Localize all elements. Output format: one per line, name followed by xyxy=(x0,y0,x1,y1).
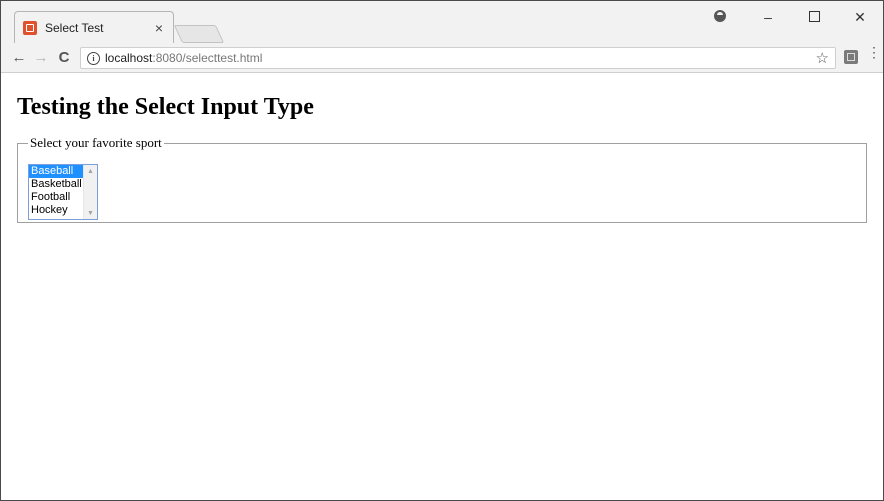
extension-icon[interactable] xyxy=(844,50,858,64)
back-arrow-icon[interactable]: ← xyxy=(9,48,29,68)
bookmark-star-icon[interactable]: ☆ xyxy=(816,49,829,67)
maximize-button[interactable] xyxy=(791,9,837,25)
page-content: Testing the Select Input Type Select you… xyxy=(1,73,883,500)
new-tab-button[interactable] xyxy=(173,25,225,43)
option-hockey[interactable]: Hockey xyxy=(29,204,83,217)
account-icon[interactable] xyxy=(705,9,735,25)
info-icon[interactable]: i xyxy=(87,51,100,65)
title-bar: Select Test × – ✕ xyxy=(1,1,883,43)
tab-select-test[interactable]: Select Test × xyxy=(14,11,174,43)
menu-icon[interactable]: ⋮ xyxy=(867,45,881,59)
scroll-down-icon[interactable]: ▼ xyxy=(87,209,94,217)
fieldset-legend: Select your favorite sport xyxy=(30,135,162,150)
forward-arrow-icon[interactable]: → xyxy=(31,48,51,68)
window-controls: – ✕ xyxy=(705,1,883,33)
url-path: :8080/selecttest.html xyxy=(152,51,263,65)
close-window-button[interactable]: ✕ xyxy=(837,9,883,26)
sport-select[interactable]: Baseball Basketball Football Hockey ▲ ▼ xyxy=(28,164,98,220)
scroll-up-icon[interactable]: ▲ xyxy=(87,167,94,175)
option-basketball[interactable]: Basketball xyxy=(29,178,83,191)
address-bar[interactable]: i localhost:8080/selecttest.html ☆ xyxy=(80,47,836,69)
browser-window: Select Test × – ✕ ← → C i localhost:8080… xyxy=(0,0,884,501)
page-title: Testing the Select Input Type xyxy=(17,94,314,120)
favicon-icon xyxy=(23,21,37,35)
option-baseball[interactable]: Baseball xyxy=(29,165,83,178)
tab-close-icon[interactable]: × xyxy=(155,20,163,36)
select-scrollbar[interactable]: ▲ ▼ xyxy=(83,165,97,219)
browser-toolbar: ← → C i localhost:8080/selecttest.html ☆… xyxy=(1,43,883,73)
tab-title: Select Test xyxy=(45,21,104,35)
url-text: localhost:8080/selecttest.html xyxy=(105,51,262,65)
minimize-button[interactable]: – xyxy=(745,9,791,25)
option-football[interactable]: Football xyxy=(29,191,83,204)
reload-icon[interactable]: C xyxy=(54,48,74,68)
sport-fieldset: Select your favorite sport Baseball Bask… xyxy=(17,135,867,223)
url-host: localhost xyxy=(105,51,153,65)
